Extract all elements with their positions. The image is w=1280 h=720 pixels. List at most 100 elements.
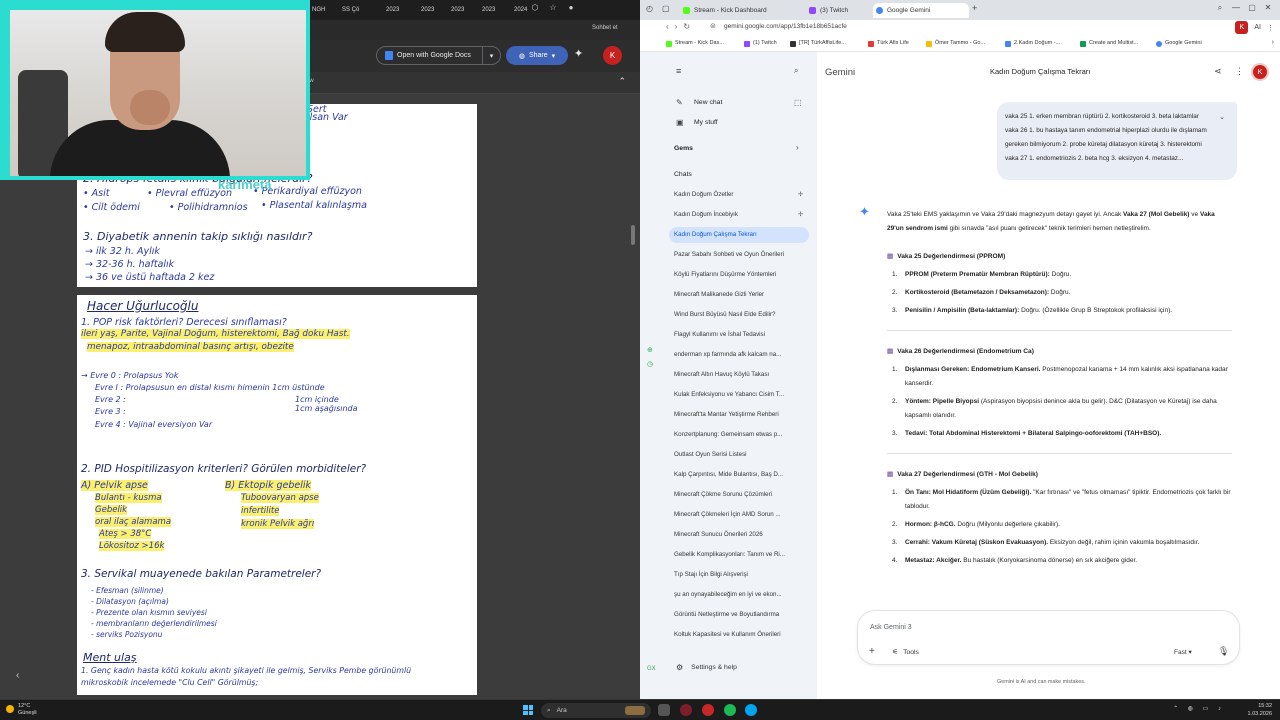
chat-item[interactable]: Minecraft Çökme Sorunu Çözümleri — [669, 487, 809, 503]
edge-icon[interactable] — [745, 704, 757, 716]
chevron-down-icon[interactable]: ▾ — [482, 47, 500, 64]
bookmark[interactable]: Ömer Tammo - Go... — [926, 40, 985, 47]
chat-item-active[interactable]: Kadın Doğum Çalışma Tekrarı — [669, 227, 809, 243]
windows-start-icon[interactable] — [523, 705, 533, 715]
sparkle-icon[interactable]: ✦ — [574, 47, 583, 60]
more-vert-icon[interactable]: ⋮ — [1235, 66, 1244, 77]
highlighted-line: A) Pelvik apse — [81, 480, 148, 491]
chat-item[interactable]: Görüntü Netleştirme ve Boyutlandırma — [669, 607, 809, 623]
opera-gx-icon[interactable] — [680, 704, 692, 716]
chevron-up-icon[interactable]: ⌃ — [618, 76, 626, 87]
system-tray[interactable]: ⌃ ◍ ▭ ♪ — [1173, 705, 1225, 712]
url-text[interactable]: gemini.google.com/app/13fb1e18b651acfe — [724, 23, 847, 30]
menu-dots-icon[interactable]: ⋮ — [1267, 24, 1274, 32]
tab-0[interactable]: NGH — [312, 3, 325, 17]
chevron-left-icon[interactable]: ‹ — [16, 670, 19, 681]
chat-item[interactable]: Outlast Oyun Serisi Listesi — [669, 447, 809, 463]
bookmark[interactable]: 2.Kadın Doğum -... — [1005, 40, 1060, 47]
ai-mode-label[interactable]: AI — [1254, 24, 1261, 31]
microphone-icon[interactable]: 🎙︎ — [1218, 646, 1229, 657]
chat-item[interactable]: Minecraft'ta Mantar Yetiştirme Rehberi — [669, 407, 809, 423]
bookmark[interactable]: Google Gemini — [1156, 40, 1202, 47]
chat-item[interactable]: enderman xp farmında afk kalcam na... — [669, 347, 809, 363]
extension-icon[interactable]: ⊕ — [647, 346, 653, 354]
maximize-icon[interactable]: ▢ — [1244, 3, 1260, 12]
bookmark[interactable]: Create and Multist... — [1080, 40, 1138, 47]
minimize-icon[interactable]: — — [1228, 3, 1244, 12]
gems-section[interactable]: Gems — [674, 145, 693, 152]
tab-list-icon[interactable]: ▢ — [662, 4, 670, 13]
tab-4[interactable]: 2023 — [451, 3, 464, 17]
mode-selector[interactable]: Fast ▾ — [1174, 648, 1192, 656]
chat-item[interactable]: Kulak Enfeksiyonu ve Yabancı Cisim T... — [669, 387, 809, 403]
temporary-chat-icon[interactable]: ⬚ — [794, 98, 802, 107]
app-icon[interactable] — [702, 704, 714, 716]
task-view-icon[interactable] — [658, 704, 670, 716]
chat-item[interactable]: Koltuk Kapasitesi ve Kullanım Önerileri — [669, 627, 809, 643]
settings-help-button[interactable]: ⚙ Settings & help — [676, 663, 737, 672]
profile-icon[interactable]: ● — [562, 3, 580, 12]
gx-icon[interactable]: GX — [647, 666, 656, 672]
tab-twitch[interactable]: (3) Twitch — [806, 3, 870, 18]
tab-1[interactable]: SS Çö — [342, 3, 359, 17]
avatar[interactable]: K — [603, 46, 622, 65]
chat-item[interactable]: Tıp Stajı İçin Bilgi Alışverişi — [669, 567, 809, 583]
chat-item[interactable]: Minecraft Çökmeleri İçin AMD Sorun ... — [669, 507, 809, 523]
chevron-right-icon[interactable]: › — [796, 143, 799, 152]
chat-item[interactable]: Kadın Doğum Özetler ✢ — [669, 187, 809, 203]
all-bookmarks-icon[interactable]: › — [1272, 39, 1274, 46]
share-icon[interactable]: ⋖ — [1214, 66, 1222, 77]
add-icon[interactable]: + — [869, 646, 875, 657]
tab-5[interactable]: 2023 — [482, 3, 495, 17]
chat-item[interactable]: Gebelik Komplikasyonları: Tanım ve Ri... — [669, 547, 809, 563]
chat-label[interactable]: Sohbet et — [592, 25, 618, 31]
chat-item[interactable]: Flagyl Kullanımı ve İshal Tedavisi — [669, 327, 809, 343]
gemini-brand[interactable]: Gemini — [825, 67, 855, 78]
site-info-icon[interactable]: ⊜ — [710, 22, 716, 30]
chat-item[interactable]: Wind Burst Büyüsü Nasıl Elde Edilir? — [669, 307, 809, 323]
search-icon[interactable]: ⌕ — [794, 66, 798, 76]
close-icon[interactable]: ✕ — [1260, 3, 1276, 12]
clock[interactable]: 15:32 1.03.2026 — [1248, 702, 1272, 718]
open-with-google-docs-button[interactable]: Open with Google Docs ▾ — [376, 46, 501, 65]
chat-item[interactable]: Kadın Doğum İncebiyık ✢ — [669, 207, 809, 223]
tab-kick-dashboard[interactable]: Stream - Kick Dashboard — [680, 3, 804, 18]
profile-avatar[interactable]: K — [1235, 21, 1249, 34]
chat-item[interactable]: şu an oynayabileceğim en iyi ve ekon... — [669, 587, 809, 603]
address-bar[interactable]: ‹›↻ ⊜ gemini.google.com/app/13fb1e18b651… — [640, 20, 1280, 37]
prompt-input-box[interactable]: Ask Gemini 3 + ⚟ Tools Fast ▾ 🎙︎ — [857, 610, 1240, 665]
chat-item[interactable]: Konzertplanung: Gemeinsam etwas p... — [669, 427, 809, 443]
tab-2[interactable]: 2023 — [386, 3, 399, 17]
scrollbar[interactable] — [631, 225, 635, 245]
chat-item[interactable]: Minecraft Sunucu Önerileri 2026 — [669, 527, 809, 543]
my-stuff-button[interactable]: ▣ My stuff — [676, 118, 718, 127]
extension-icon[interactable]: ⬡ — [526, 3, 544, 12]
tools-button[interactable]: ⚟ Tools — [892, 648, 919, 657]
nav-buttons-icon[interactable]: ‹›↻ — [666, 22, 696, 31]
star-icon[interactable]: ☆ — [544, 3, 562, 12]
tab-actions-icon[interactable]: ◴ — [646, 4, 653, 13]
chat-item[interactable]: Pazar Sabahı Sohbeti ve Oyun Önerileri — [669, 247, 809, 263]
bookmark[interactable]: [TR] TürkAffisLife... — [790, 40, 846, 47]
bookmark[interactable]: (1) Twitch — [744, 40, 777, 47]
tab-3[interactable]: 2023 — [421, 3, 434, 17]
prompt-input[interactable]: Ask Gemini 3 — [870, 624, 912, 631]
bookmark[interactable]: Stream - Kick Das... — [666, 40, 724, 47]
chat-item[interactable]: Minecraft Altın Havuç Köylü Takası — [669, 367, 809, 383]
tab-google-gemini[interactable]: Google Gemini — [873, 3, 969, 18]
avatar[interactable]: K — [1251, 63, 1269, 81]
expand-chevron-icon[interactable]: ⌄ — [1219, 111, 1225, 125]
chat-item[interactable]: Minecraft Malikanede Gizli Yerler — [669, 287, 809, 303]
history-icon[interactable]: ◷ — [647, 360, 653, 368]
menu-icon[interactable]: ≡ — [676, 66, 681, 76]
share-button[interactable]: ◍ Share ▾ — [506, 46, 568, 65]
new-tab-icon[interactable]: + — [972, 3, 977, 13]
spotify-icon[interactable] — [724, 704, 736, 716]
new-chat-button[interactable]: ✎ New chat — [676, 98, 722, 107]
search-tabs-icon[interactable]: ⌕ — [1212, 3, 1228, 13]
chat-item[interactable]: Köylü Fiyatlarını Düşürme Yöntemleri — [669, 267, 809, 283]
weather-widget[interactable]: 12°C Güneşli — [6, 703, 37, 717]
taskbar-search[interactable]: ⌕ Ara — [541, 703, 651, 718]
bookmark[interactable]: Türk Afis Life — [868, 40, 909, 47]
chat-item[interactable]: Kalp Çarpıntısı, Mide Bulantısı, Baş D..… — [669, 467, 809, 483]
